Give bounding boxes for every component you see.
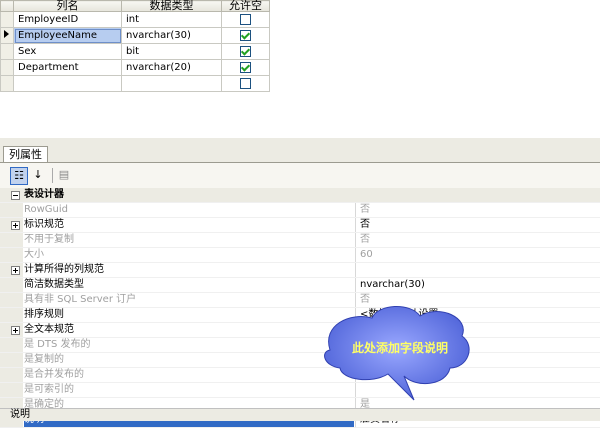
callout-text: 此处添加字段说明: [351, 341, 448, 355]
callout-bubble: [324, 305, 470, 401]
